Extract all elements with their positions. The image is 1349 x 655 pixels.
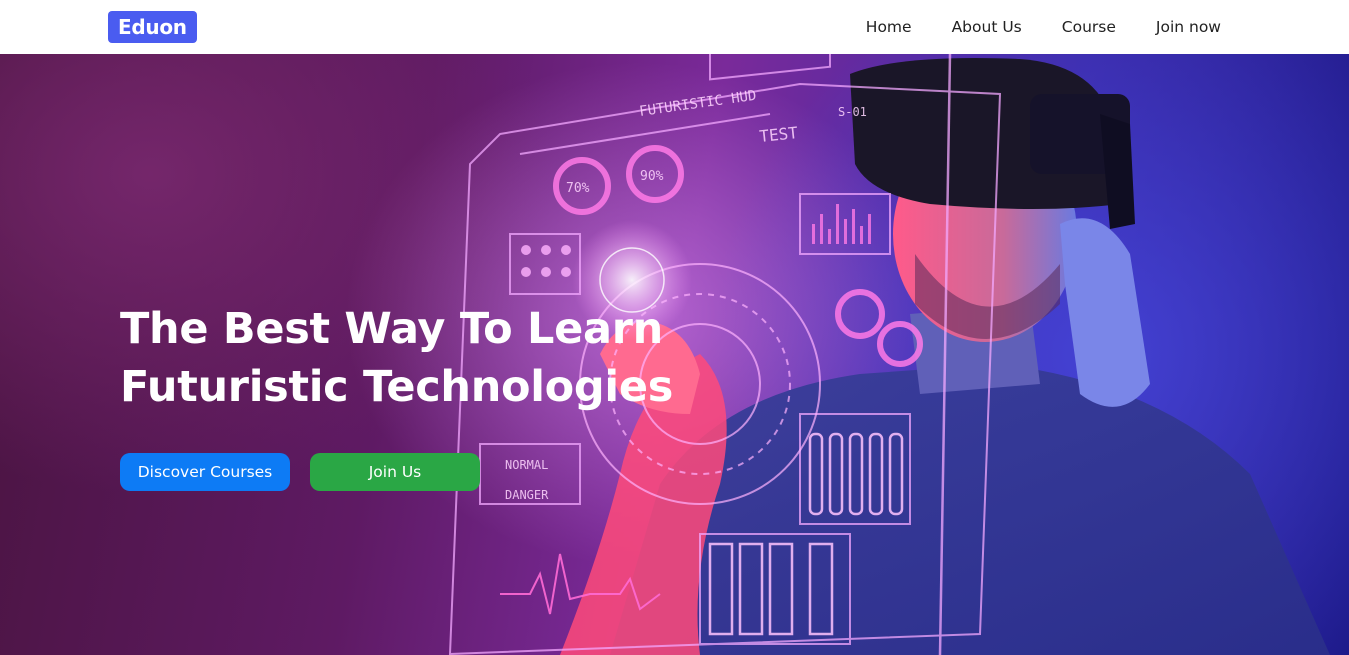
hero-title: The Best Way To Learn Futuristic Technol…	[120, 300, 760, 416]
hud-gauge-left-text: 70%	[566, 181, 590, 196]
hud-tag-text: S-01	[838, 105, 867, 119]
hud-danger-text: DANGER	[505, 488, 549, 502]
discover-courses-button[interactable]: Discover Courses	[120, 453, 290, 491]
hud-header-text: FUTURISTIC HUD	[638, 88, 757, 120]
navbar: Eduon Home About Us Course Join now	[0, 0, 1349, 54]
hero-title-line-2: Futuristic Technologies	[120, 362, 674, 412]
hero-section: FUTURISTIC HUD TEST 70% 90% S-01 NORMAL …	[0, 54, 1349, 655]
nav-link-join-now[interactable]: Join now	[1156, 18, 1221, 36]
hud-gauge-right-text: 90%	[640, 169, 664, 184]
join-us-button[interactable]: Join Us	[310, 453, 480, 491]
brand-logo[interactable]: Eduon	[108, 11, 197, 43]
nav-link-home[interactable]: Home	[866, 18, 912, 36]
hero-title-line-1: The Best Way To Learn	[120, 304, 663, 354]
nav-link-course[interactable]: Course	[1062, 18, 1116, 36]
hud-test-text: TEST	[758, 123, 799, 146]
hud-normal-text: NORMAL	[505, 458, 548, 472]
nav-links: Home About Us Course Join now	[866, 0, 1221, 54]
nav-link-about-us[interactable]: About Us	[952, 18, 1022, 36]
